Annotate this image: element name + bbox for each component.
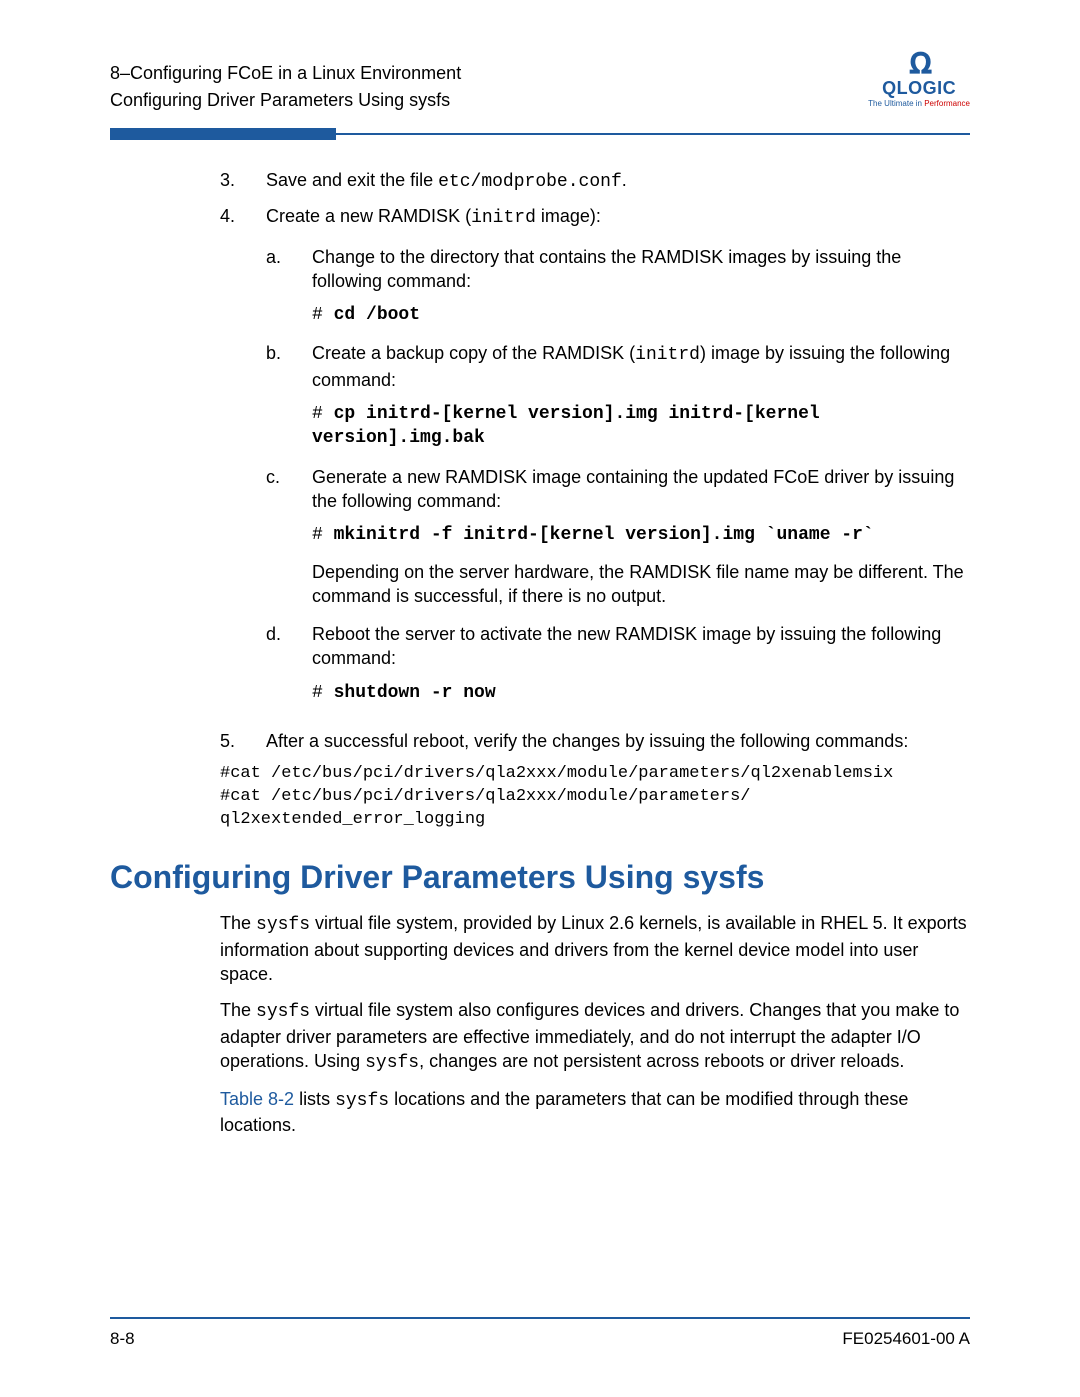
section-p2: The sysfs virtual file system also confi…	[220, 998, 970, 1075]
header-rule	[110, 128, 970, 140]
substep-letter: d.	[266, 622, 312, 705]
page-footer: 8-8 FE0254601-00 A	[110, 1329, 970, 1349]
substep-letter: b.	[266, 341, 312, 450]
step-4d: d. Reboot the server to activate the new…	[266, 622, 970, 705]
footer-rule	[110, 1317, 970, 1319]
step-number: 4.	[220, 204, 266, 715]
command-block: #cat /etc/bus/pci/drivers/qla2xxx/module…	[220, 763, 970, 832]
header-line-1: 8–Configuring FCoE in a Linux Environmen…	[110, 60, 461, 87]
header-line-2: Configuring Driver Parameters Using sysf…	[110, 87, 461, 114]
qlogic-icon: ꭥ	[868, 42, 970, 80]
substep-letter: c.	[266, 465, 312, 608]
qlogic-logo: ꭥ QLOGIC The Ultimate in Performance	[868, 42, 970, 108]
body-content: 3. Save and exit the file etc/modprobe.c…	[110, 168, 970, 1138]
step-3: 3. Save and exit the file etc/modprobe.c…	[220, 168, 970, 194]
section-p1: The sysfs virtual file system, provided …	[220, 911, 970, 986]
command: # mkinitrd -f initrd-[kernel version].im…	[312, 523, 970, 547]
step-4: 4. Create a new RAMDISK (initrd image): …	[220, 204, 970, 715]
doc-id: FE0254601-00 A	[842, 1329, 970, 1349]
step-number: 5.	[220, 729, 266, 753]
command: # cp initrd-[kernel version].img initrd-…	[312, 402, 970, 451]
step-4a: a. Change to the directory that contains…	[266, 245, 970, 328]
section-p3: Table 8-2 lists sysfs locations and the …	[220, 1087, 970, 1138]
substep-letter: a.	[266, 245, 312, 328]
step-5: 5. After a successful reboot, verify the…	[220, 729, 970, 753]
substep-text: Create a backup copy of the RAMDISK (ini…	[312, 341, 970, 392]
page-number: 8-8	[110, 1329, 135, 1349]
page-header: 8–Configuring FCoE in a Linux Environmen…	[110, 60, 461, 114]
command: # shutdown -r now	[312, 681, 970, 705]
command: # cd /boot	[312, 303, 970, 327]
logo-tagline: The Ultimate in Performance	[868, 99, 970, 108]
step-text: After a successful reboot, verify the ch…	[266, 729, 970, 753]
step-4c: c. Generate a new RAMDISK image containi…	[266, 465, 970, 608]
step-number: 3.	[220, 168, 266, 194]
section-heading: Configuring Driver Parameters Using sysf…	[110, 856, 970, 899]
substep-text: Generate a new RAMDISK image containing …	[312, 465, 970, 514]
step-4b: b. Create a backup copy of the RAMDISK (…	[266, 341, 970, 450]
substep-note: Depending on the server hardware, the RA…	[312, 560, 970, 609]
substep-text: Change to the directory that contains th…	[312, 245, 970, 294]
substep-text: Reboot the server to activate the new RA…	[312, 622, 970, 671]
table-link[interactable]: Table 8-2	[220, 1089, 294, 1109]
logo-brand: QLOGIC	[868, 78, 970, 99]
